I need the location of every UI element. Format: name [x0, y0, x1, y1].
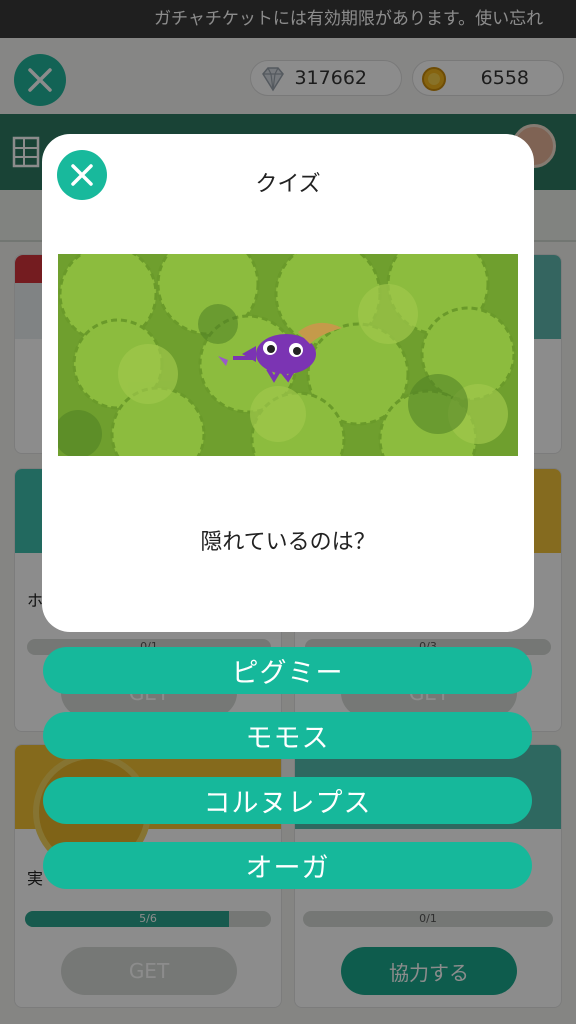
quiz-image — [58, 254, 518, 456]
answer-button-4[interactable]: オーガ — [43, 842, 532, 889]
answer-button-2[interactable]: モモス — [43, 712, 532, 759]
answer-button-1[interactable]: ピグミー — [43, 647, 532, 694]
answer-button-3[interactable]: コルヌレプス — [43, 777, 532, 824]
dialog-title: クイズ — [255, 172, 321, 197]
hidden-monster-illustration — [58, 254, 518, 456]
quiz-dialog: クイズ 隠れているのは？ — [42, 134, 534, 632]
quiz-question: 隠れているのは？ — [200, 530, 376, 555]
